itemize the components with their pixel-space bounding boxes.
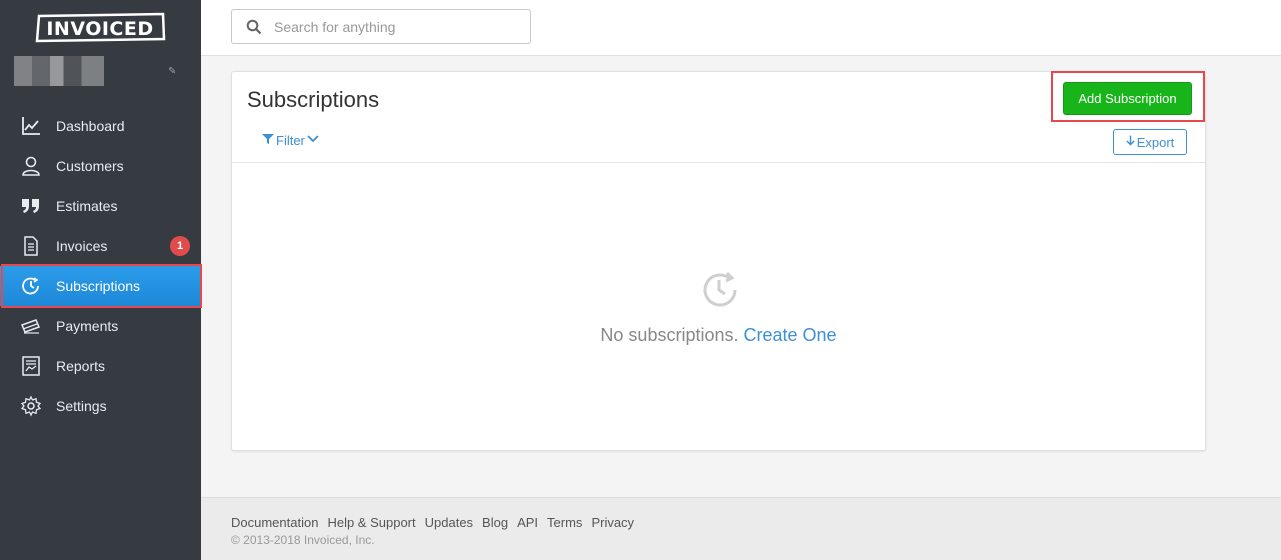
edit-pencil-icon[interactable]: ✎ [168,66,178,77]
clock-refresh-icon [20,275,42,297]
sidebar: INVOICED ✎ Dashboard Customers Estimates [0,0,202,560]
document-icon [20,235,42,257]
sidebar-item-label: Subscriptions [56,278,141,294]
sidebar-item-customers[interactable]: Customers [0,146,201,186]
footer-link-help-support[interactable]: Help & Support [327,515,415,530]
panel-divider [232,162,1205,163]
sidebar-item-label: Dashboard [56,118,125,134]
sidebar-item-estimates[interactable]: Estimates [0,186,201,226]
chevron-down-icon [307,133,319,148]
empty-state-message: No subscriptions. Create One [232,325,1205,346]
sidebar-item-label: Customers [56,158,124,174]
footer-link-api[interactable]: API [517,515,538,530]
footer-link-privacy[interactable]: Privacy [591,515,634,530]
search-box[interactable] [231,9,531,44]
sidebar-item-label: Invoices [56,238,108,254]
dashboard-chart-icon [20,115,42,137]
add-subscription-button[interactable]: Add Subscription [1063,82,1192,115]
footer-link-terms[interactable]: Terms [547,515,582,530]
sidebar-item-invoices[interactable]: Invoices 1 [0,226,201,266]
export-label: Export [1136,134,1175,150]
filter-icon [262,133,274,148]
person-icon [20,155,42,177]
footer-link-blog[interactable]: Blog [482,515,508,530]
company-avatar-pixelated[interactable] [14,56,104,86]
report-icon [20,355,42,377]
logo-text: INVOICED [46,18,153,40]
sidebar-item-payments[interactable]: Payments [0,306,201,346]
gear-icon [20,395,42,417]
sidebar-item-label: Settings [56,398,107,414]
filter-dropdown[interactable]: Filter [262,133,319,148]
page-title: Subscriptions [247,87,380,112]
sidebar-nav: Dashboard Customers Estimates Invoices 1 [0,106,202,426]
sidebar-item-reports[interactable]: Reports [0,346,201,386]
footer: Documentation Help & Support Updates Blo… [201,497,1281,560]
invoiced-logo[interactable]: INVOICED [35,12,166,43]
subscriptions-panel: Subscriptions Add Subscription Filter Ex… [231,71,1206,451]
sidebar-item-label: Reports [56,358,106,374]
sidebar-item-label: Payments [56,318,119,334]
sidebar-item-dashboard[interactable]: Dashboard [0,106,201,146]
sidebar-item-settings[interactable]: Settings [0,386,201,426]
sidebar-item-subscriptions[interactable]: Subscriptions [0,264,202,308]
footer-link-documentation[interactable]: Documentation [231,515,318,530]
quote-icon [20,195,42,217]
money-icon [20,315,42,337]
top-bar [201,0,1281,56]
copyright-text: © 2013-2018 Invoiced, Inc. [231,533,375,547]
invoices-count-badge: 1 [170,236,190,256]
arrow-down-icon [1126,135,1135,150]
clock-refresh-icon [698,268,742,312]
create-one-link[interactable]: Create One [744,325,837,345]
filter-label: Filter [276,133,305,148]
sidebar-item-label: Estimates [56,198,118,214]
empty-state-text: No subscriptions. [600,325,739,345]
search-icon [246,19,262,35]
footer-link-updates[interactable]: Updates [425,515,473,530]
search-input[interactable] [274,18,514,35]
footer-links: Documentation Help & Support Updates Blo… [231,515,634,530]
export-button[interactable]: Export [1113,129,1187,155]
